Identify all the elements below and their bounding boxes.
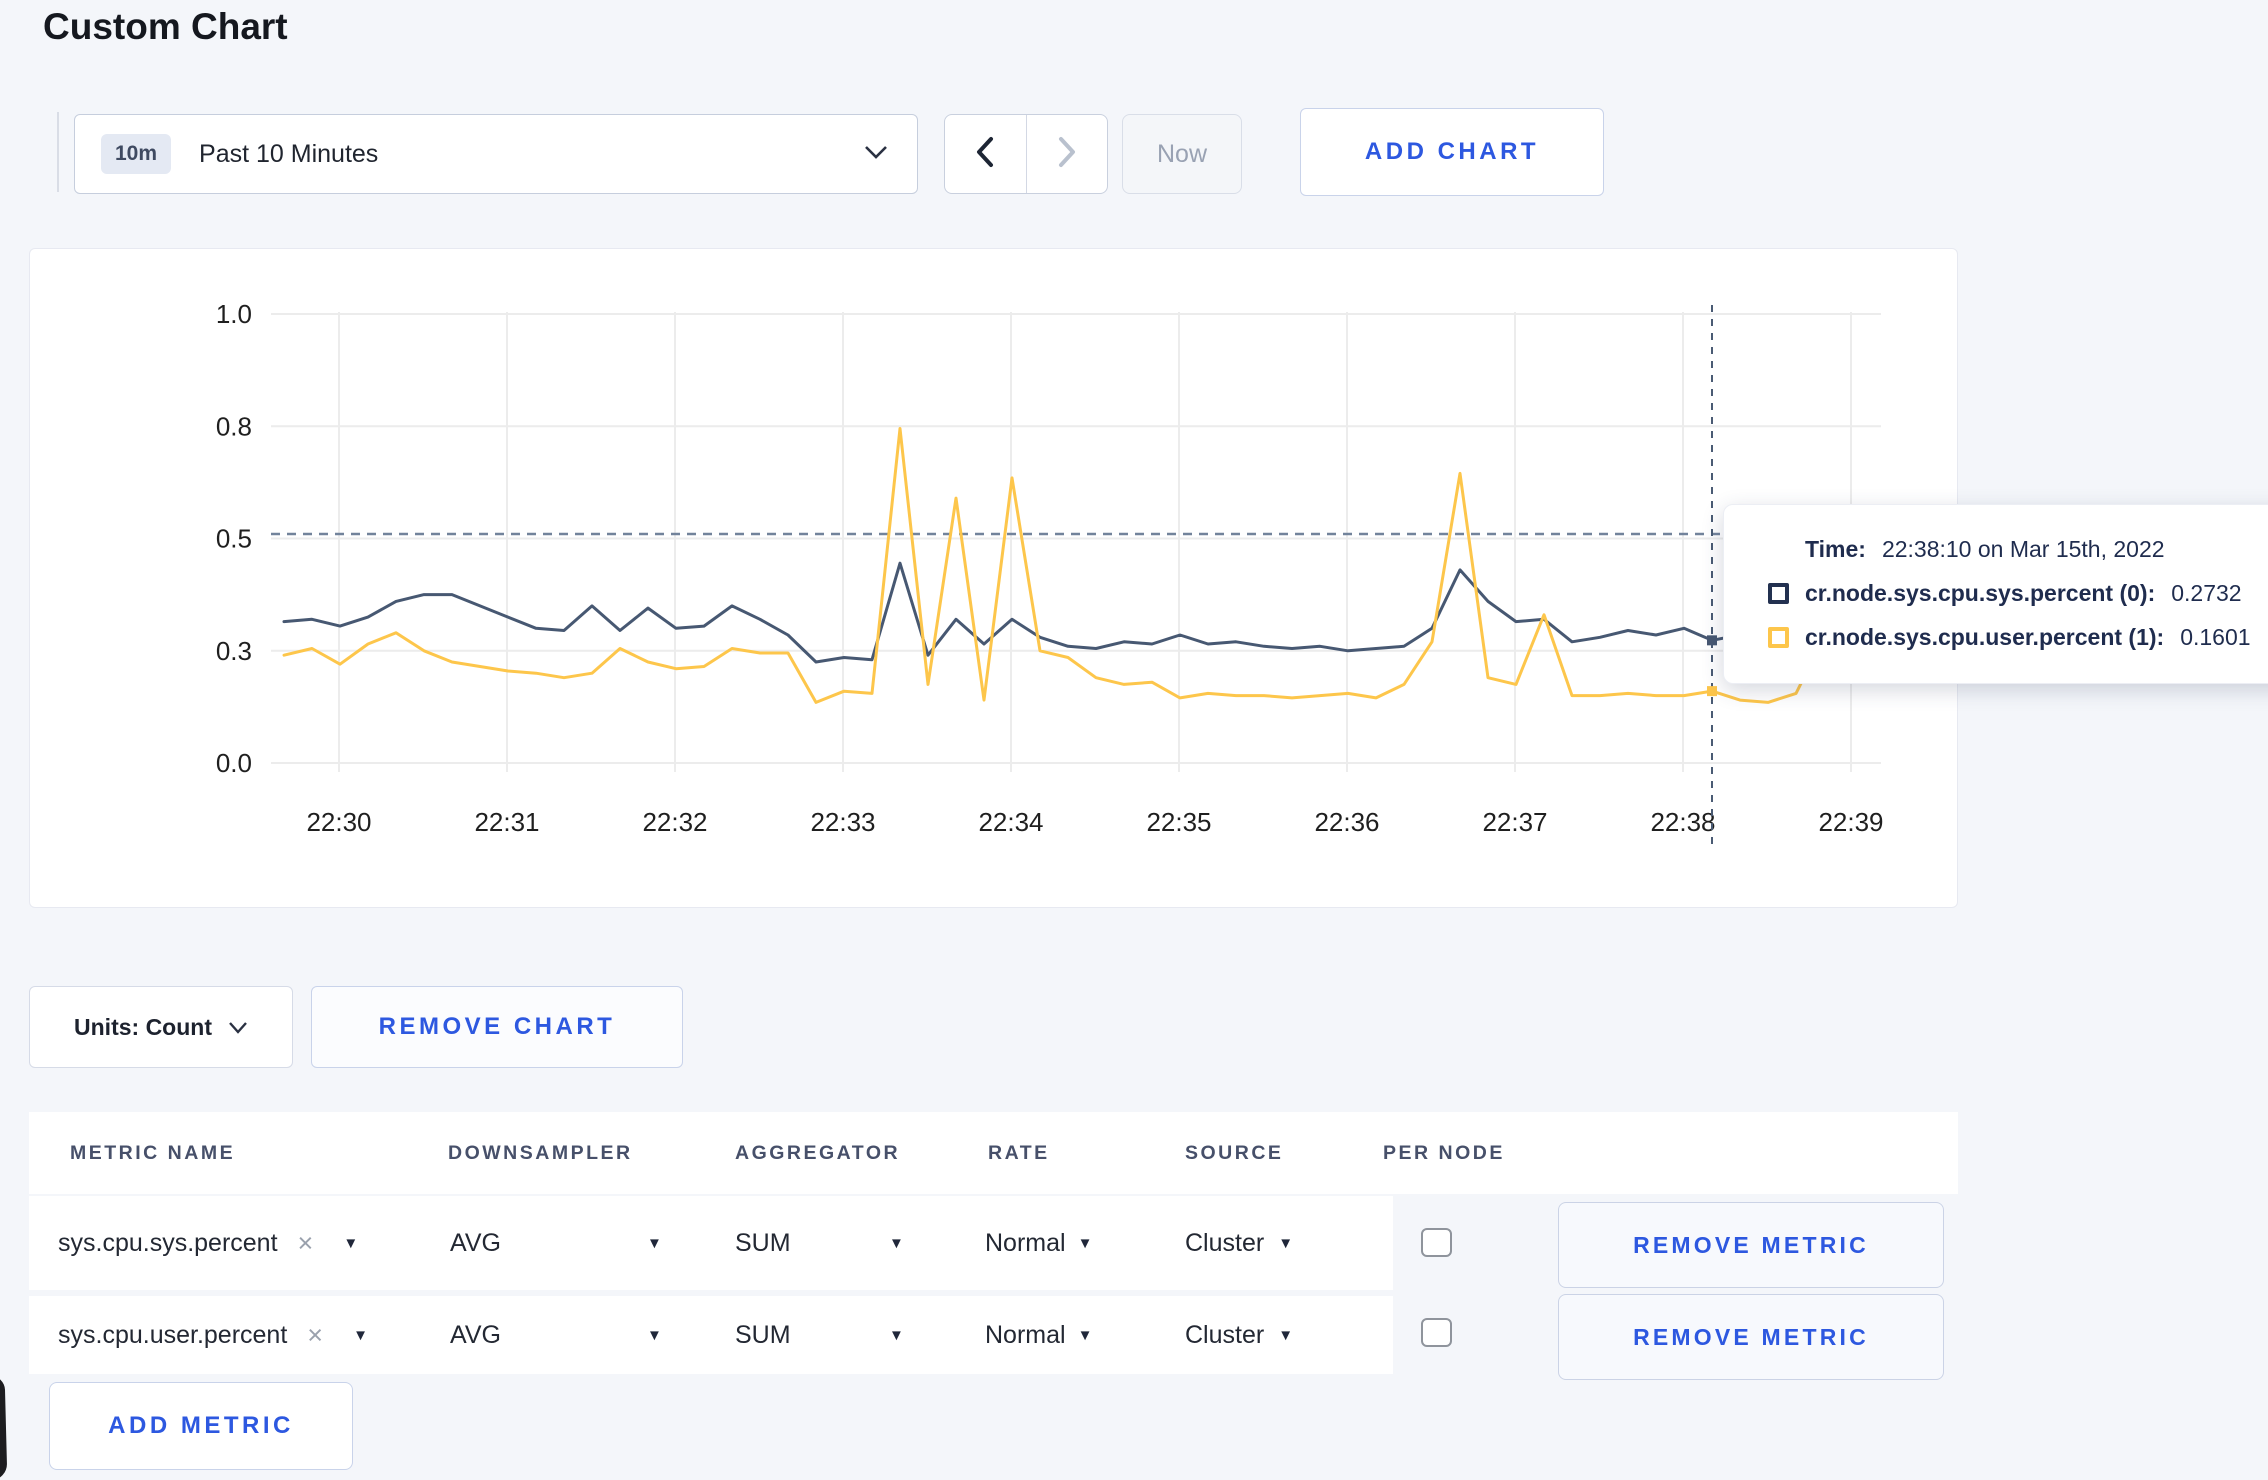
tooltip-series-row: cr.node.sys.cpu.user.percent (1): 0.1601	[1768, 615, 2268, 659]
now-button[interactable]: Now	[1122, 114, 1242, 194]
svg-text:22:34: 22:34	[978, 807, 1043, 837]
caret-down-icon: ▼	[1278, 1234, 1294, 1252]
toolbar-divider	[57, 112, 59, 192]
chevron-left-icon	[973, 135, 997, 174]
add-metric-button[interactable]: ADD METRIC	[49, 1382, 353, 1470]
remove-metric-button[interactable]: REMOVE METRIC	[1558, 1202, 1944, 1288]
svg-text:22:38: 22:38	[1650, 807, 1715, 837]
time-range-select[interactable]: 10m Past 10 Minutes	[74, 114, 918, 194]
svg-text:0.5: 0.5	[216, 524, 252, 554]
tooltip-series-row: cr.node.sys.cpu.sys.percent (0): 0.2732	[1768, 571, 2268, 615]
downsampler-select[interactable]: AVG	[450, 1296, 501, 1374]
chevron-down-icon	[229, 1021, 247, 1034]
source-select[interactable]: Cluster ▼	[1185, 1196, 1293, 1290]
svg-text:22:36: 22:36	[1314, 807, 1379, 837]
time-range-label: Past 10 Minutes	[199, 139, 379, 168]
remove-metric-button[interactable]: REMOVE METRIC	[1558, 1294, 1944, 1380]
tooltip-series-value: 0.2732	[2171, 579, 2242, 606]
source-select[interactable]: Cluster ▼	[1185, 1296, 1293, 1374]
caret-down-icon: ▼	[353, 1326, 368, 1344]
downsampler-select[interactable]: AVG	[450, 1196, 501, 1290]
table-row: sys.cpu.sys.percent × ▼ AVG ▼ SUM ▼ Norm…	[29, 1196, 1393, 1290]
svg-text:22:35: 22:35	[1146, 807, 1211, 837]
offscreen-widget-edge	[0, 1375, 8, 1480]
units-select[interactable]: Units: Count	[29, 986, 293, 1068]
caret-down-icon: ▼	[1278, 1326, 1294, 1344]
col-header-metric-name: METRIC NAME	[70, 1141, 236, 1164]
rate-select[interactable]: Normal ▼	[985, 1196, 1092, 1290]
tooltip-series-label: cr.node.sys.cpu.sys.percent (0):	[1805, 579, 2156, 606]
col-header-source: SOURCE	[1185, 1141, 1284, 1164]
metric-name-select[interactable]: sys.cpu.user.percent × ▼	[58, 1296, 368, 1374]
caret-down-icon[interactable]: ▼	[647, 1296, 662, 1374]
svg-text:0.0: 0.0	[216, 748, 252, 778]
source-value: Cluster	[1185, 1320, 1265, 1349]
aggregator-select[interactable]: SUM	[735, 1296, 791, 1374]
clear-metric-icon[interactable]: ×	[307, 1320, 323, 1351]
caret-down-icon[interactable]: ▼	[647, 1196, 662, 1290]
tooltip-time-value: 22:38:10 on Mar 15th, 2022	[1881, 535, 2165, 562]
svg-text:22:32: 22:32	[642, 807, 707, 837]
series-sys-swatch-icon	[1768, 582, 1789, 604]
rate-value: Normal	[985, 1228, 1066, 1257]
prev-time-button[interactable]	[945, 115, 1026, 193]
svg-text:22:39: 22:39	[1818, 807, 1883, 837]
metric-name-value: sys.cpu.sys.percent	[58, 1228, 278, 1257]
col-header-downsampler: DOWNSAMPLER	[448, 1141, 633, 1164]
col-header-aggregator: AGGREGATOR	[735, 1141, 901, 1164]
add-chart-button[interactable]: ADD CHART	[1300, 108, 1604, 196]
time-range-badge: 10m	[101, 134, 172, 174]
page-title: Custom Chart	[43, 6, 288, 47]
chart-hover-tooltip: Time: 22:38:10 on Mar 15th, 2022 cr.node…	[1723, 504, 2268, 684]
remove-chart-button[interactable]: REMOVE CHART	[311, 986, 683, 1068]
tooltip-time-row: Time: 22:38:10 on Mar 15th, 2022	[1768, 527, 2268, 571]
chevron-down-icon	[863, 144, 889, 165]
tooltip-series-label: cr.node.sys.cpu.user.percent (1):	[1805, 623, 2165, 650]
chevron-right-icon	[1055, 135, 1079, 174]
time-series-chart[interactable]: 22:30 22:31 22:32 22:33 22:34 22:35 22:36 22:37…	[30, 249, 1957, 907]
metrics-table-header: METRIC NAME DOWNSAMPLER AGGREGATOR RATE …	[29, 1112, 1958, 1194]
caret-down-icon: ▼	[343, 1234, 359, 1252]
aggregator-select[interactable]: SUM	[735, 1196, 791, 1290]
svg-text:22:37: 22:37	[1482, 807, 1547, 837]
caret-down-icon[interactable]: ▼	[889, 1196, 904, 1290]
series-user-swatch-icon	[1768, 626, 1789, 648]
rate-value: Normal	[985, 1320, 1066, 1349]
tooltip-time-label: Time:	[1805, 535, 1866, 562]
metric-name-value: sys.cpu.user.percent	[58, 1320, 288, 1349]
svg-text:22:31: 22:31	[474, 807, 539, 837]
caret-down-icon[interactable]: ▼	[889, 1296, 904, 1374]
source-value: Cluster	[1185, 1228, 1265, 1257]
tooltip-series-value: 0.1601	[2180, 623, 2251, 650]
svg-text:1.0: 1.0	[216, 299, 252, 329]
caret-down-icon: ▼	[1077, 1234, 1093, 1252]
time-step-button-group	[944, 114, 1108, 194]
per-node-checkbox[interactable]	[1421, 1228, 1452, 1257]
per-node-checkbox[interactable]	[1421, 1318, 1452, 1347]
chart-card: 22:30 22:31 22:32 22:33 22:34 22:35 22:36 22:37…	[29, 248, 1958, 908]
svg-text:22:33: 22:33	[810, 807, 875, 837]
table-row: sys.cpu.user.percent × ▼ AVG ▼ SUM ▼ Nor…	[29, 1296, 1393, 1374]
clear-metric-icon[interactable]: ×	[298, 1228, 314, 1259]
next-time-button[interactable]	[1025, 115, 1108, 193]
col-header-per-node: PER NODE	[1383, 1141, 1505, 1164]
svg-text:0.8: 0.8	[216, 411, 252, 441]
metric-name-select[interactable]: sys.cpu.sys.percent × ▼	[58, 1196, 358, 1290]
units-label: Units: Count	[74, 1013, 212, 1040]
svg-text:0.3: 0.3	[216, 636, 252, 666]
caret-down-icon: ▼	[1077, 1326, 1093, 1344]
rate-select[interactable]: Normal ▼	[985, 1296, 1092, 1374]
svg-text:22:30: 22:30	[306, 807, 371, 837]
col-header-rate: RATE	[988, 1141, 1050, 1164]
